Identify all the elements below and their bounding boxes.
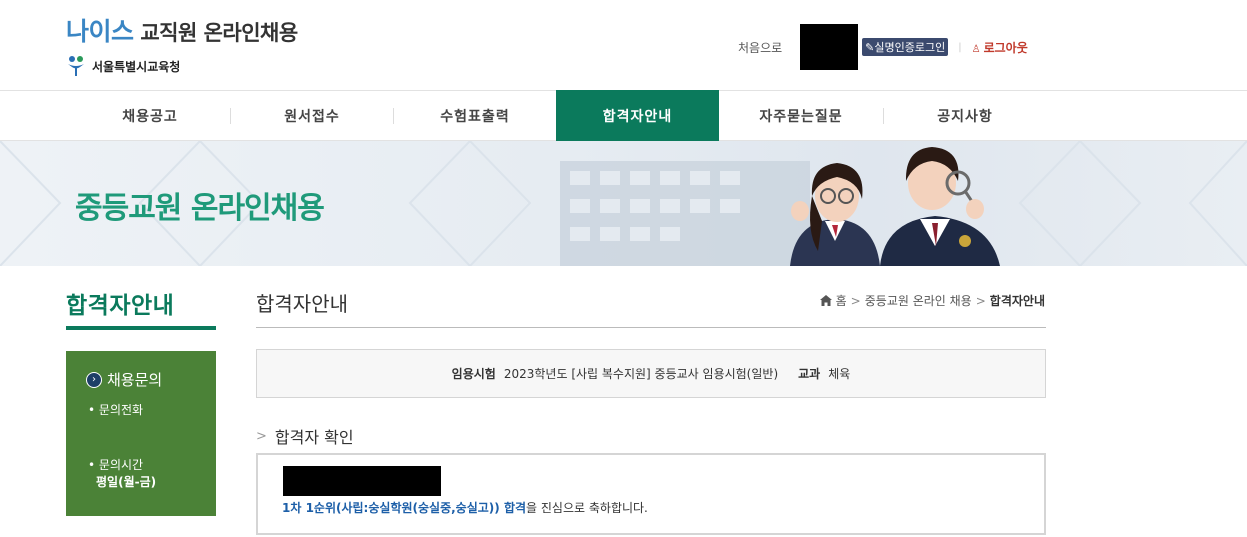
result-suffix: 을 진심으로 축하합니다. xyxy=(526,501,648,515)
logo-sub-text: 서울특별시교육청 xyxy=(92,59,181,74)
nav-item-recruit-notice[interactable]: 채용공고 xyxy=(70,91,230,140)
contact-hours-value: 평일(월-금) xyxy=(96,475,157,489)
chevron-right-icon: › xyxy=(86,371,102,388)
breadcrumb-chevron-icon: > xyxy=(975,293,986,308)
subject-value: 체육 xyxy=(828,367,851,381)
section-title-text: 합격자 확인 xyxy=(274,428,354,447)
contact-phone-text: 문의전화 xyxy=(98,403,144,417)
sidebar-item-recruit-inquiry[interactable]: › 채용문의 xyxy=(86,369,162,390)
nav-item-notice[interactable]: 공지사항 xyxy=(884,91,1046,140)
breadcrumb-chevron-icon: > xyxy=(850,293,861,308)
seoul-edu-emblem-icon xyxy=(68,56,84,76)
logo-sub: 서울특별시교육청 xyxy=(66,55,298,77)
subject-label: 교과 xyxy=(798,367,821,381)
logout-label: 로그아웃 xyxy=(983,40,1028,55)
nav-label: 수험표출력 xyxy=(440,108,510,125)
section-title: > 합격자 확인 xyxy=(256,424,354,448)
exam-value: 2023학년도 [사립 복수지원] 중등교사 임용시험(일반) xyxy=(503,367,779,381)
breadcrumb: 홈 > 중등교원 온라인 채용 > 합격자안내 xyxy=(819,292,1045,309)
nav-label: 합격자안내 xyxy=(602,108,673,125)
cert-login-button[interactable]: ✎실명인증로그인 xyxy=(862,38,949,56)
nav-label: 원서접수 xyxy=(284,108,340,125)
redacted-applicant-name xyxy=(283,466,441,496)
exam-info-box: 임용시험 2023학년도 [사립 복수지원] 중등교사 임용시험(일반) 교과 … xyxy=(256,349,1046,398)
utility-menu: 처음으로 ✎실명인증로그인 | ♙ 로그아웃 xyxy=(738,24,1028,70)
result-box: 1차 1순위(사립:숭실학원(숭실중,숭실고)) 합격을 진심으로 축하합니다. xyxy=(256,453,1046,535)
chevron-right-icon: > xyxy=(256,428,267,444)
main-nav: 채용공고 원서접수 수험표출력 합격자안내 자주묻는질문 공지사항 xyxy=(0,90,1247,141)
nav-item-application[interactable]: 원서접수 xyxy=(231,91,393,140)
banner-title: 중등교원 온라인채용 xyxy=(75,191,325,226)
nav-label: 자주묻는질문 xyxy=(759,108,843,125)
page-banner: 중등교원 온라인채용 xyxy=(0,141,1247,266)
home-link[interactable]: 처음으로 xyxy=(738,39,782,56)
exam-label: 임용시험 xyxy=(451,367,496,381)
sidebar-title-underline xyxy=(66,326,216,330)
nav-label: 채용공고 xyxy=(122,108,178,125)
cert-login-label: 실명인증로그인 xyxy=(874,41,946,54)
contact-hours-text: 문의시간 xyxy=(98,458,144,472)
pin-icon: ✎ xyxy=(865,41,875,54)
sidebar-title: 합격자안내 xyxy=(66,293,175,319)
home-icon xyxy=(819,295,832,306)
person-icon: ♙ xyxy=(971,43,981,55)
logout-button[interactable]: ♙ 로그아웃 xyxy=(972,39,1028,56)
utility-divider: | xyxy=(958,41,962,53)
redacted-user-info xyxy=(800,24,859,70)
logo-title-text: 교직원 온라인채용 xyxy=(140,21,298,45)
nav-item-admission-ticket[interactable]: 수험표출력 xyxy=(394,91,556,140)
nav-item-pass-info[interactable]: 합격자안내 xyxy=(556,90,719,141)
result-message: 1차 1순위(사립:숭실학원(숭실중,숭실고)) 합격을 진심으로 축하합니다. xyxy=(282,499,648,516)
breadcrumb-home[interactable]: 홈 xyxy=(836,292,847,309)
sidebar-item-label: 채용문의 xyxy=(107,371,163,389)
breadcrumb-section[interactable]: 중등교원 온라인 채용 xyxy=(865,292,972,309)
contact-hours-label: • 문의시간 xyxy=(88,458,144,472)
breadcrumb-current: 합격자안내 xyxy=(989,294,1045,308)
result-highlight: 1차 1순위(사립:숭실학원(숭실중,숭실고)) 합격 xyxy=(282,501,527,515)
page-title: 합격자안내 xyxy=(256,292,348,316)
nav-label: 공지사항 xyxy=(937,108,993,125)
nav-item-faq[interactable]: 자주묻는질문 xyxy=(719,91,883,140)
title-divider xyxy=(256,327,1046,328)
contact-phone-label: • 문의전화 xyxy=(88,403,144,417)
sidebar-contact-box: › 채용문의 • 문의전화 • 문의시간 평일(월-금) xyxy=(66,351,216,516)
site-header: 나이스 교직원 온라인채용 서울특별시교육청 처음으로 ✎실명인증로그인 | ♙… xyxy=(0,0,1247,90)
logo-neis: 나이스 xyxy=(66,17,134,46)
logo-title: 나이스 교직원 온라인채용 xyxy=(66,12,298,48)
site-logo[interactable]: 나이스 교직원 온라인채용 서울특별시교육청 xyxy=(66,12,298,77)
